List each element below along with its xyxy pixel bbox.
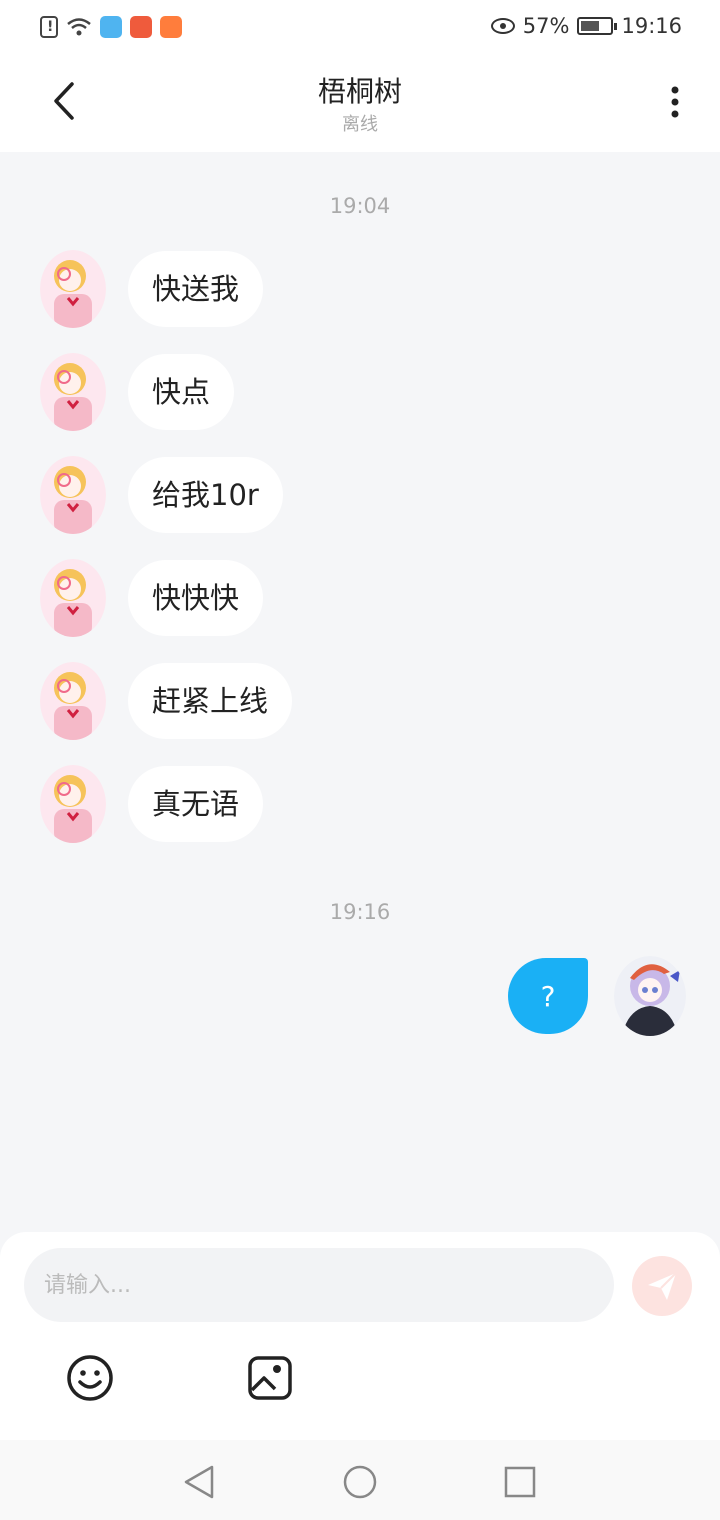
- nav-back-button[interactable]: [180, 1462, 220, 1502]
- send-icon: [648, 1272, 677, 1300]
- chat-header: 梧桐树 离线: [0, 56, 720, 152]
- huawei-app-icon: [130, 16, 152, 38]
- nav-recents-button[interactable]: [500, 1462, 540, 1502]
- emoji-button[interactable]: [64, 1352, 116, 1404]
- contact-avatar[interactable]: [40, 765, 106, 843]
- contact-name: 梧桐树: [317, 75, 402, 108]
- incoming-message-bubble[interactable]: 快快快: [128, 560, 264, 636]
- incoming-message-bubble[interactable]: 赶紧上线: [128, 663, 293, 739]
- contact-avatar[interactable]: [40, 559, 106, 637]
- circle-home-icon: [343, 1465, 377, 1499]
- message-row: 快送我: [40, 250, 264, 328]
- contact-avatar[interactable]: [40, 250, 106, 328]
- incoming-message-bubble[interactable]: 快点: [128, 354, 235, 430]
- status-bar: 57% 19:16: [0, 0, 720, 56]
- battery-icon: [577, 17, 618, 35]
- status-bar-right: 57% 19:16: [490, 14, 682, 38]
- more-button[interactable]: [660, 82, 690, 122]
- emoji-icon: [67, 1355, 113, 1401]
- image-button[interactable]: [244, 1352, 296, 1404]
- system-navigation-bar: [0, 1440, 720, 1520]
- more-vertical-icon: [671, 86, 679, 118]
- message-row: 真无语: [40, 765, 264, 843]
- send-button[interactable]: [632, 1256, 692, 1316]
- message-row-outgoing: ?: [508, 956, 686, 1036]
- incoming-message-bubble[interactable]: 给我10r: [128, 457, 283, 533]
- incoming-message-bubble[interactable]: 真无语: [128, 766, 264, 842]
- shield-app-icon: [100, 16, 122, 38]
- message-row: 快快快: [40, 559, 264, 637]
- clock: 19:16: [621, 14, 682, 38]
- timestamp: 19:04: [329, 194, 391, 218]
- status-bar-left: [40, 16, 182, 38]
- self-avatar[interactable]: [614, 956, 686, 1036]
- message-row: 快点: [40, 353, 235, 431]
- square-recents-icon: [504, 1466, 536, 1498]
- alert-icon: [40, 16, 58, 38]
- contact-status: 离线: [342, 114, 378, 135]
- eye-icon: [490, 18, 515, 34]
- contact-avatar[interactable]: [40, 456, 106, 534]
- battery-percent: 57%: [522, 14, 570, 38]
- message-row: 赶紧上线: [40, 662, 293, 740]
- message-input[interactable]: [24, 1248, 614, 1322]
- outgoing-message-bubble[interactable]: ?: [508, 958, 588, 1034]
- contact-avatar[interactable]: [40, 353, 106, 431]
- contact-avatar[interactable]: [40, 662, 106, 740]
- triangle-back-icon: [184, 1465, 214, 1499]
- nav-home-button[interactable]: [340, 1462, 380, 1502]
- message-composer: [0, 1232, 720, 1440]
- message-row: 给我10r: [40, 456, 283, 534]
- timestamp: 19:16: [329, 900, 391, 924]
- video-app-icon: [160, 16, 182, 38]
- incoming-message-bubble[interactable]: 快送我: [128, 251, 264, 327]
- image-icon: [248, 1356, 292, 1400]
- wifi-icon: [67, 18, 91, 36]
